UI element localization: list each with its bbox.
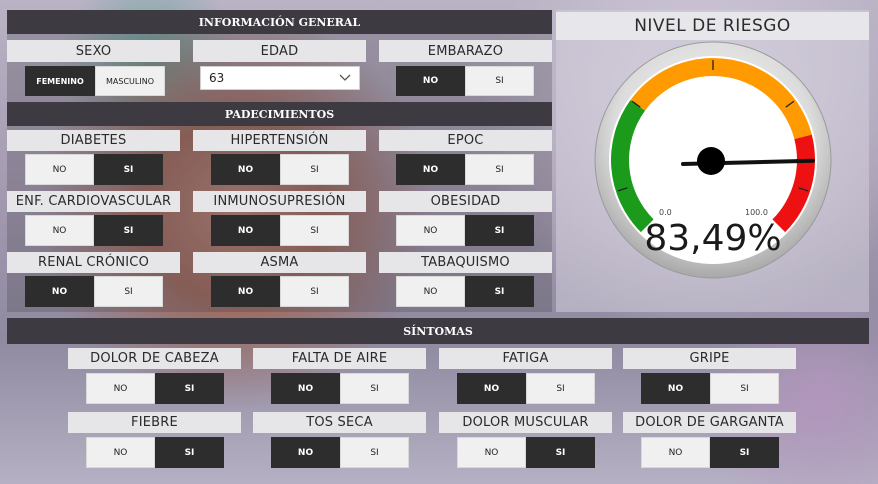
embarazo-option-no[interactable]: NO [396, 66, 465, 96]
condition-tabaquismo-option-no[interactable]: NO [396, 276, 465, 307]
symptom-dolor-garganta-option-no[interactable]: NO [641, 437, 710, 468]
symptom-dolor-muscular-option-no[interactable]: NO [457, 437, 526, 468]
general-info-header: INFORMACIÓN GENERAL [7, 10, 552, 34]
symptom-dolor-cabeza-option-no[interactable]: NO [86, 373, 155, 404]
symptom-fatiga-option-no[interactable]: NO [457, 373, 526, 404]
condition-toggle-cardiovascular: NO SI [25, 215, 163, 246]
condition-toggle-inmunosupresion: NO SI [211, 215, 349, 246]
symptom-toggle-dolor-garganta: NO SI [641, 437, 779, 468]
condition-diabetes-option-si[interactable]: SI [94, 154, 163, 185]
condition-inmunosupresion-option-no[interactable]: NO [211, 215, 280, 246]
symptom-toggle-gripe: NO SI [641, 373, 779, 404]
symptom-label-falta-aire: FALTA DE AIRE [253, 348, 426, 369]
sexo-option-masculino[interactable]: MASCULINO [95, 66, 165, 96]
edad-value: 63 [209, 71, 225, 85]
condition-label-epoc: EPOC [379, 130, 552, 151]
symptom-label-gripe: GRIPE [623, 348, 796, 369]
condition-renal-option-si[interactable]: SI [94, 276, 163, 307]
symptom-label-dolor-garganta: DOLOR DE GARGANTA [623, 412, 796, 433]
gauge-value: 83,49% [644, 218, 781, 259]
condition-toggle-asma: NO SI [211, 276, 349, 307]
condition-toggle-tabaquismo: NO SI [396, 276, 534, 307]
condition-label-inmunosupresion: INMUNOSUPRESIÓN [193, 191, 366, 212]
condition-asma-option-no[interactable]: NO [211, 276, 280, 307]
symptom-toggle-dolor-cabeza: NO SI [86, 373, 224, 404]
symptom-tos-seca-option-no[interactable]: NO [271, 437, 340, 468]
symptom-tos-seca-option-si[interactable]: SI [340, 437, 409, 468]
risk-gauge: 0.0 100.0 83,49% [594, 41, 832, 279]
condition-label-cardiovascular: ENF. CARDIOVASCULAR [7, 191, 180, 212]
symptom-toggle-fiebre: NO SI [86, 437, 224, 468]
symptom-falta-aire-option-si[interactable]: SI [340, 373, 409, 404]
condition-cardiovascular-option-si[interactable]: SI [94, 215, 163, 246]
condition-label-asma: ASMA [193, 252, 366, 273]
sexo-toggle: FEMENINO MASCULINO [25, 66, 165, 96]
condition-toggle-obesidad: NO SI [396, 215, 534, 246]
chevron-down-icon [339, 71, 351, 85]
condition-toggle-diabetes: NO SI [25, 154, 163, 185]
condition-label-renal: RENAL CRÓNICO [7, 252, 180, 273]
symptom-gripe-option-si[interactable]: SI [710, 373, 779, 404]
gauge-max-label: 100.0 [745, 208, 768, 217]
embarazo-toggle: NO SI [396, 66, 534, 96]
condition-epoc-option-si[interactable]: SI [465, 154, 534, 185]
embarazo-label: EMBARAZO [379, 40, 552, 62]
embarazo-option-si[interactable]: SI [465, 66, 534, 96]
sexo-label: SEXO [7, 40, 180, 62]
condition-renal-option-no[interactable]: NO [25, 276, 94, 307]
symptom-dolor-muscular-option-si[interactable]: SI [526, 437, 595, 468]
conditions-header: PADECIMIENTOS [7, 102, 552, 126]
condition-obesidad-option-no[interactable]: NO [396, 215, 465, 246]
symptom-falta-aire-option-no[interactable]: NO [271, 373, 340, 404]
symptom-label-dolor-cabeza: DOLOR DE CABEZA [68, 348, 241, 369]
condition-asma-option-si[interactable]: SI [280, 276, 349, 307]
symptom-toggle-dolor-muscular: NO SI [457, 437, 595, 468]
symptom-dolor-cabeza-option-si[interactable]: SI [155, 373, 224, 404]
gauge-hub [697, 147, 725, 175]
symptom-fiebre-option-si[interactable]: SI [155, 437, 224, 468]
edad-label: EDAD [193, 40, 366, 62]
condition-label-hipertension: HIPERTENSIÓN [193, 130, 366, 151]
condition-inmunosupresion-option-si[interactable]: SI [280, 215, 349, 246]
sexo-option-femenino[interactable]: FEMENINO [25, 66, 95, 96]
condition-hipertension-option-no[interactable]: NO [211, 154, 280, 185]
risk-title: NIVEL DE RIESGO [556, 12, 869, 40]
condition-label-obesidad: OBESIDAD [379, 191, 552, 212]
condition-cardiovascular-option-no[interactable]: NO [25, 215, 94, 246]
condition-toggle-renal: NO SI [25, 276, 163, 307]
condition-diabetes-option-no[interactable]: NO [25, 154, 94, 185]
edad-select[interactable]: 63 [200, 66, 360, 90]
gauge-min-label: 0.0 [659, 208, 672, 217]
symptom-toggle-tos-seca: NO SI [271, 437, 409, 468]
condition-label-diabetes: DIABETES [7, 130, 180, 151]
symptom-label-fiebre: FIEBRE [68, 412, 241, 433]
symptom-fatiga-option-si[interactable]: SI [526, 373, 595, 404]
condition-tabaquismo-option-si[interactable]: SI [465, 276, 534, 307]
condition-toggle-hipertension: NO SI [211, 154, 349, 185]
symptom-dolor-garganta-option-si[interactable]: SI [710, 437, 779, 468]
symptom-toggle-fatiga: NO SI [457, 373, 595, 404]
symptom-fiebre-option-no[interactable]: NO [86, 437, 155, 468]
condition-epoc-option-no[interactable]: NO [396, 154, 465, 185]
symptom-gripe-option-no[interactable]: NO [641, 373, 710, 404]
symptom-label-dolor-muscular: DOLOR MUSCULAR [439, 412, 612, 433]
symptom-label-tos-seca: TOS SECA [253, 412, 426, 433]
symptom-label-fatiga: FATIGA [439, 348, 612, 369]
condition-label-tabaquismo: TABAQUISMO [379, 252, 552, 273]
symptoms-header: SÍNTOMAS [7, 318, 869, 344]
condition-toggle-epoc: NO SI [396, 154, 534, 185]
condition-obesidad-option-si[interactable]: SI [465, 215, 534, 246]
condition-hipertension-option-si[interactable]: SI [280, 154, 349, 185]
symptom-toggle-falta-aire: NO SI [271, 373, 409, 404]
